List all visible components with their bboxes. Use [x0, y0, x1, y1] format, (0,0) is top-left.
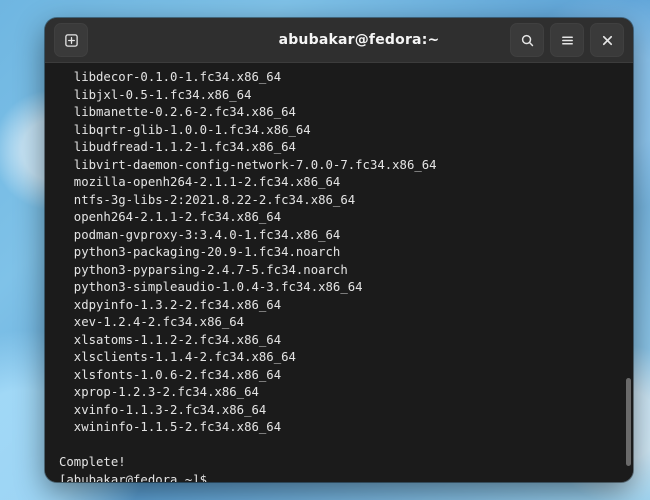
terminal-body: libdecor-0.1.0-1.fc34.x86_64 libjxl-0.5-…: [45, 63, 633, 482]
terminal-output[interactable]: libdecor-0.1.0-1.fc34.x86_64 libjxl-0.5-…: [45, 63, 624, 482]
menu-button[interactable]: [550, 23, 584, 57]
terminal-window: abubakar@fedora:~: [45, 18, 633, 482]
close-icon: [600, 33, 615, 48]
desktop-background: abubakar@fedora:~: [0, 0, 650, 500]
close-button[interactable]: [590, 23, 624, 57]
titlebar: abubakar@fedora:~: [45, 18, 633, 63]
new-tab-button[interactable]: [54, 23, 88, 57]
new-tab-icon: [64, 33, 79, 48]
scrollbar-track[interactable]: [624, 63, 633, 482]
scrollbar-thumb[interactable]: [626, 378, 631, 466]
search-button[interactable]: [510, 23, 544, 57]
window-title: abubakar@fedora:~: [211, 32, 507, 48]
search-icon: [520, 33, 535, 48]
hamburger-icon: [560, 33, 575, 48]
